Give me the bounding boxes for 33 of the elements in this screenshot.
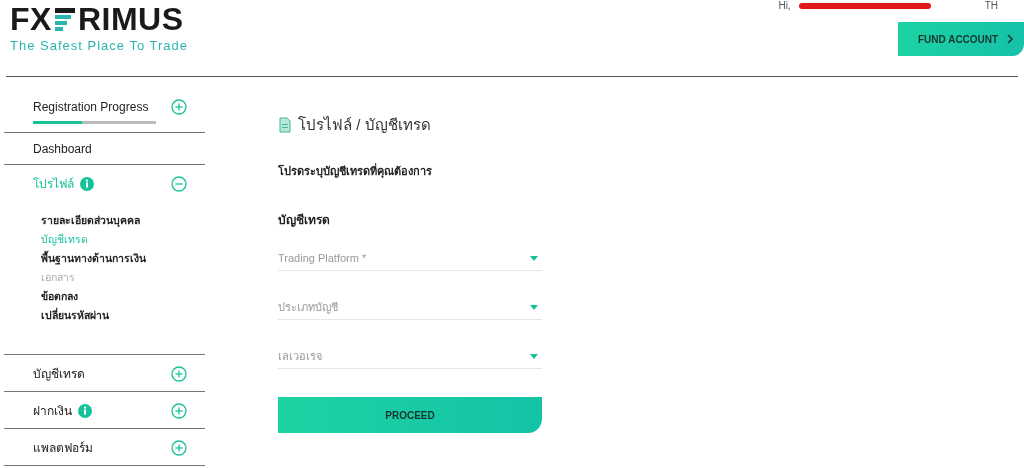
caret-icon <box>530 304 538 310</box>
chevron-icon <box>1007 34 1014 44</box>
caret-icon <box>530 255 538 261</box>
section-heading: บัญชีเทรด <box>278 212 331 229</box>
sidebar-link[interactable]: Dashboard <box>33 142 92 156</box>
sidebar-subitem[interactable]: ข้อตกลง <box>41 287 205 305</box>
progress-label: Registration Progress <box>33 100 149 114</box>
info-icon <box>80 176 94 191</box>
language-selector[interactable]: TH <box>984 0 998 12</box>
expand-icon[interactable] <box>171 402 187 419</box>
caret-icon <box>530 353 538 359</box>
instruction-text: โปรดระบุบัญชีเทรดที่คุณต้องการ <box>278 162 433 180</box>
sidebar-subitem: เอกสาร <box>41 270 76 285</box>
info-icon <box>78 403 92 418</box>
fund-account-button[interactable]: FUND ACCOUNT <box>898 22 1024 56</box>
expand-icon[interactable] <box>171 439 187 456</box>
sidebar-group[interactable]: แพลตฟอร์ม <box>33 438 93 457</box>
sidebar-group[interactable]: ฝากเงิน <box>33 401 72 420</box>
expand-icon[interactable] <box>171 99 187 115</box>
sidebar-subitem[interactable]: รายละเอียดส่วนบุคคล <box>41 211 205 229</box>
page-title: โปรไฟล์ / บัญชีเทรด <box>298 115 431 135</box>
sidebar-group[interactable]: บัญชีเทรด <box>33 364 85 383</box>
sidebar-subitem[interactable]: เปลี่ยนรหัสผ่าน <box>41 306 205 324</box>
expand-icon[interactable] <box>171 365 187 382</box>
logo-tagline: The Safest Place To Trade <box>10 38 188 53</box>
logo-text: FX <box>10 2 52 36</box>
collapse-icon[interactable] <box>171 175 187 192</box>
greeting-text: Hi, <box>778 0 791 12</box>
logo-text: RIMUS <box>77 2 184 36</box>
sidebar-subitem[interactable]: พื้นฐานทางด้านการเงิน <box>41 249 205 267</box>
proceed-button[interactable]: PROCEED <box>278 397 542 433</box>
document-icon <box>278 117 292 133</box>
logo-stripes-icon <box>52 6 77 32</box>
